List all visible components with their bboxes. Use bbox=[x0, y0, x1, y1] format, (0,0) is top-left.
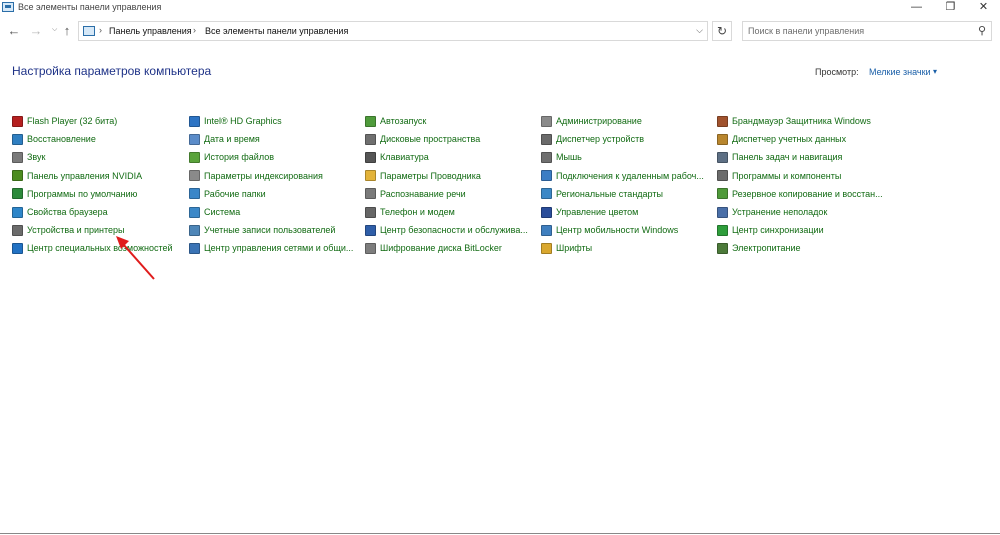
window-bottom-border bbox=[0, 533, 1000, 534]
arrow-shaft bbox=[122, 243, 155, 280]
arrow-head bbox=[116, 236, 129, 249]
annotation-arrow bbox=[116, 236, 155, 280]
